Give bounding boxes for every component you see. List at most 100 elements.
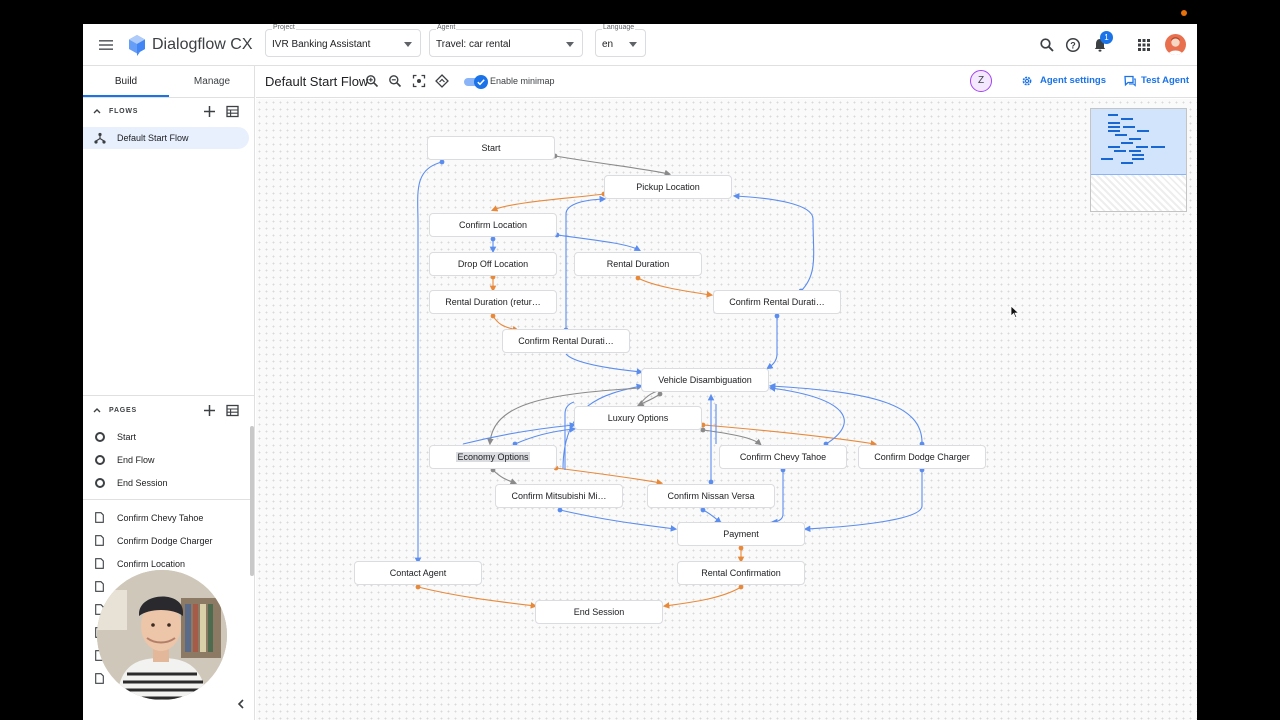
flows-section-title: FLOWS — [109, 108, 139, 115]
flow-icon — [94, 132, 106, 144]
node-vehicle-disambiguation[interactable]: Vehicle Disambiguation — [641, 368, 769, 392]
minimap-node — [1151, 146, 1165, 148]
minimap-node — [1123, 126, 1135, 128]
minimap[interactable] — [1090, 108, 1187, 212]
user-avatar[interactable] — [1165, 34, 1186, 55]
minimap-node — [1108, 114, 1118, 116]
apps-icon[interactable] — [1136, 37, 1152, 53]
canvas-toolbar: Default Start Flow Enable minimap Z Agen… — [256, 66, 1197, 98]
dialogflow-logo — [129, 35, 145, 56]
add-flow-icon[interactable] — [203, 105, 216, 118]
flow-item-default-start-flow[interactable]: Default Start Flow — [83, 127, 249, 149]
minimap-node — [1108, 122, 1120, 124]
node-end-session[interactable]: End Session — [535, 600, 663, 624]
minimap-node — [1137, 130, 1149, 132]
page-icon — [95, 535, 104, 546]
minimap-node — [1115, 134, 1127, 136]
mouse-cursor — [1010, 305, 1020, 319]
minimap-node — [1101, 158, 1113, 160]
minimap-node — [1108, 130, 1120, 132]
page-icon — [95, 673, 104, 684]
language-select[interactable]: Language en — [595, 24, 646, 57]
chevron-down-icon — [566, 42, 574, 47]
node-confirm-location[interactable]: Confirm Location — [429, 213, 557, 237]
dialogflow-console: Dialogflow CX Project IVR Banking Assist… — [83, 24, 1197, 720]
node-confirm-rental-duration-right[interactable]: Confirm Rental Durati… — [713, 290, 841, 314]
agent-select-value: Travel: car rental — [436, 39, 511, 50]
menu-icon[interactable] — [97, 36, 115, 54]
agent-select[interactable]: Agent Travel: car rental — [429, 24, 583, 57]
node-confirm-mitsubishi[interactable]: Confirm Mitsubishi Mi… — [495, 484, 623, 508]
page-item-confirm-dodge-charger[interactable]: Confirm Dodge Charger — [83, 531, 249, 551]
chevron-up-icon[interactable] — [93, 107, 101, 115]
presenter-webcam — [97, 570, 227, 700]
node-drop-off-location[interactable]: Drop Off Location — [429, 252, 557, 276]
collapse-panel-icon[interactable] — [235, 698, 247, 710]
collaborator-avatar: Z — [970, 70, 992, 92]
minimap-node — [1132, 154, 1144, 156]
page-item-confirm-chevy-tahoe[interactable]: Confirm Chevy Tahoe — [83, 508, 249, 528]
page-item-label: Start — [117, 432, 137, 442]
node-rental-duration[interactable]: Rental Duration — [574, 252, 702, 276]
chat-icon[interactable] — [1124, 75, 1136, 87]
table-view-icon[interactable] — [226, 105, 239, 118]
minimap-node — [1108, 126, 1120, 128]
top-app-bar: Dialogflow CX Project IVR Banking Assist… — [83, 24, 1197, 66]
table-view-icon[interactable] — [226, 404, 239, 417]
node-rental-confirmation[interactable]: Rental Confirmation — [677, 561, 805, 585]
node-confirm-dodge-charger[interactable]: Confirm Dodge Charger — [858, 445, 986, 469]
end-flow-page-icon — [95, 455, 105, 465]
search-icon[interactable] — [1039, 37, 1055, 53]
fit-to-screen-icon[interactable] — [412, 74, 426, 88]
node-confirm-rental-duration-left[interactable]: Confirm Rental Durati… — [502, 329, 630, 353]
recenter-icon[interactable] — [435, 74, 449, 88]
agent-settings-button[interactable]: Agent settings — [1040, 75, 1106, 86]
language-select-value: en — [602, 39, 614, 50]
pages-section-header: PAGES — [83, 399, 255, 423]
flows-section-header: FLOWS — [83, 100, 255, 124]
node-payment[interactable]: Payment — [677, 522, 805, 546]
chevron-down-icon — [404, 42, 412, 47]
tab-divider — [83, 97, 255, 98]
page-item-label: Confirm Dodge Charger — [117, 536, 213, 546]
app-name: Dialogflow CX — [152, 36, 253, 53]
page-item-end-flow[interactable]: End Flow — [83, 450, 249, 470]
tab-manage[interactable]: Manage — [169, 66, 255, 97]
zoom-out-icon[interactable] — [388, 74, 402, 88]
pages-section-title: PAGES — [109, 407, 137, 414]
minimap-toggle-label: Enable minimap — [490, 76, 555, 86]
svg-text:?: ? — [1070, 41, 1076, 51]
node-luxury-options[interactable]: Luxury Options — [574, 406, 702, 430]
page-item-label: End Flow — [117, 455, 155, 465]
node-start[interactable]: Start — [427, 136, 555, 160]
minimap-toggle[interactable] — [464, 75, 488, 89]
language-select-label: Language — [602, 24, 636, 31]
toggle-knob — [474, 75, 488, 89]
flow-item-label: Default Start Flow — [117, 133, 189, 143]
add-page-icon[interactable] — [203, 404, 216, 417]
node-economy-options[interactable]: Economy Options — [429, 445, 557, 469]
tab-build[interactable]: Build — [83, 66, 169, 97]
pages-scrollbar[interactable] — [250, 426, 254, 576]
help-icon[interactable]: ? — [1065, 37, 1081, 53]
node-rental-duration-return[interactable]: Rental Duration (retur… — [429, 290, 557, 314]
page-item-end-session[interactable]: End Session — [83, 473, 249, 493]
node-pickup-location[interactable]: Pickup Location — [604, 175, 732, 199]
minimap-node — [1108, 146, 1120, 148]
gear-icon[interactable] — [1021, 75, 1033, 87]
node-confirm-chevy-tahoe[interactable]: Confirm Chevy Tahoe — [719, 445, 847, 469]
minimap-node — [1121, 142, 1133, 144]
minimap-node — [1121, 162, 1133, 164]
page-item-label: End Session — [117, 478, 168, 488]
minimap-node — [1129, 138, 1141, 140]
chevron-up-icon[interactable] — [93, 406, 101, 414]
zoom-in-icon[interactable] — [365, 74, 379, 88]
node-confirm-nissan-versa[interactable]: Confirm Nissan Versa — [647, 484, 775, 508]
recording-indicator — [1181, 10, 1187, 16]
test-agent-button[interactable]: Test Agent — [1141, 75, 1189, 86]
page-item-start[interactable]: Start — [83, 427, 249, 447]
project-select[interactable]: Project IVR Banking Assistant — [265, 24, 421, 57]
section-divider — [83, 395, 255, 396]
minimap-viewport[interactable] — [1091, 109, 1186, 175]
node-contact-agent[interactable]: Contact Agent — [354, 561, 482, 585]
